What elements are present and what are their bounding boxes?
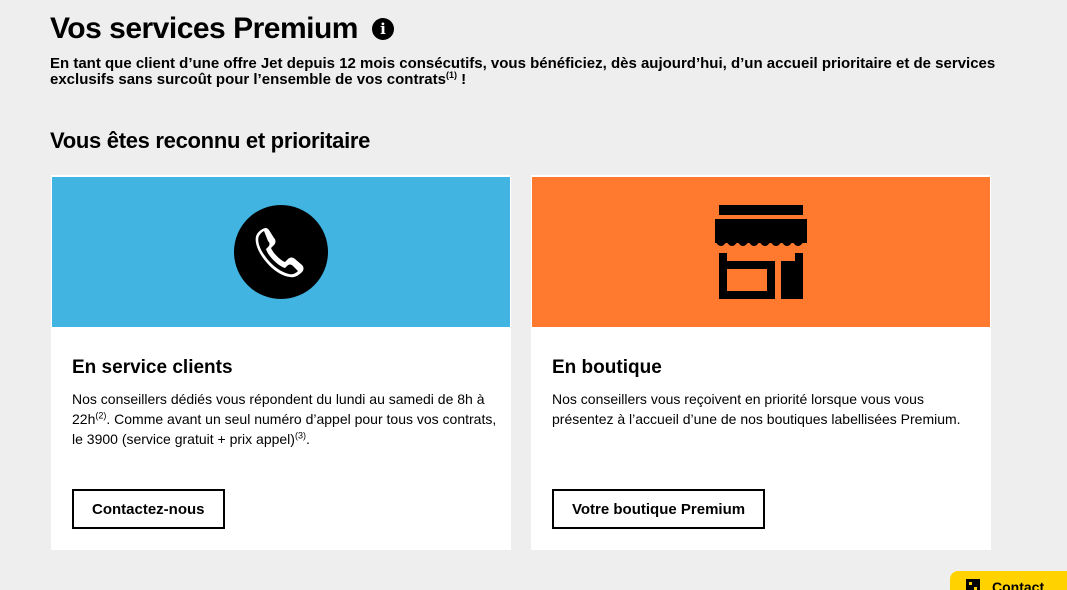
service-clients-title: En service clients: [72, 357, 233, 378]
boutique-title: En boutique: [552, 357, 662, 378]
contact-us-button[interactable]: Contactez-nous: [72, 489, 225, 529]
service-clients-text-part2: . Comme avant un seul numéro d’appel pou…: [72, 411, 497, 447]
service-clients-text: Nos conseillers dédiés vous répondent du…: [72, 389, 497, 449]
service-clients-text-part3: .: [305, 431, 310, 447]
chat-icon: [966, 579, 980, 590]
service-clients-footnote-2: (2): [95, 410, 107, 421]
service-clients-footnote-3: (3): [294, 430, 306, 441]
boutique-banner: [532, 177, 990, 327]
intro-text-end: !: [456, 71, 467, 88]
info-icon[interactable]: i: [371, 18, 394, 40]
boutique-premium-button[interactable]: Votre boutique Premium: [552, 489, 766, 529]
contact-tab[interactable]: Contact: [950, 571, 1067, 590]
contact-label: Contact: [992, 579, 1045, 590]
page: Vos services Premium i En tant que clien…: [0, 0, 1067, 590]
boutique-card: En boutique Nos conseillers vous reçoive…: [531, 175, 991, 550]
service-clients-banner: [52, 177, 510, 327]
service-clients-card: En service clients Nos conseillers dédié…: [51, 175, 511, 550]
intro-text-body: En tant que client d’une offre Jet depui…: [50, 55, 996, 88]
boutique-text: Nos conseillers vous reçoivent en priori…: [552, 391, 961, 427]
shop-icon: [715, 205, 807, 299]
intro-text: En tant que client d’une offre Jet depui…: [50, 56, 1010, 88]
title-row: Vos services Premium i: [50, 10, 394, 48]
phone-icon: [234, 205, 328, 299]
intro-footnote: (1): [445, 70, 457, 80]
page-title: Vos services Premium: [50, 12, 358, 45]
section-title: Vous êtes reconnu et prioritaire: [50, 128, 371, 153]
